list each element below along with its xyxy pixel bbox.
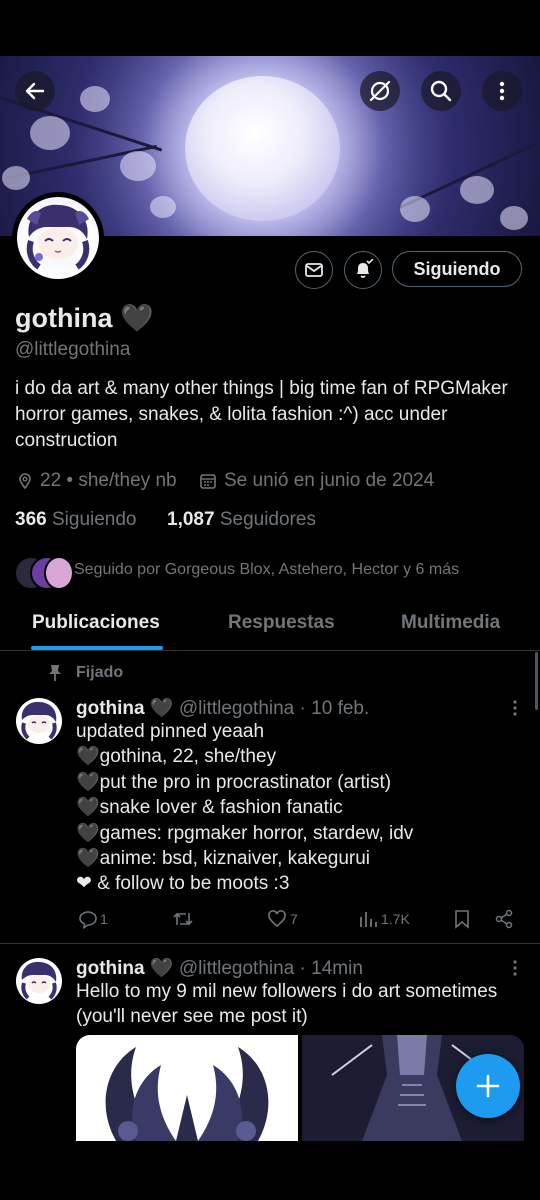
post-line: 🖤gothina, 22, she/they (76, 746, 277, 768)
views-button[interactable]: 1.7K (358, 909, 410, 929)
following-button[interactable]: Siguiendo (392, 251, 522, 287)
more-button[interactable] (482, 71, 522, 111)
banner-blossom (400, 196, 430, 222)
profile-bio: i do da art & many other things | big ti… (15, 378, 508, 451)
avatar-illustration (21, 961, 57, 1000)
post-author-name[interactable]: gothina (76, 698, 145, 719)
location-text: 22 • she/they nb (40, 470, 177, 491)
repost-button[interactable] (172, 909, 194, 929)
banner-blossom (30, 116, 70, 150)
repost-icon (173, 912, 193, 926)
post-media-image[interactable] (76, 1035, 298, 1141)
post-avatar[interactable] (16, 958, 62, 1004)
post-time[interactable]: · 10 feb. (300, 698, 370, 719)
post-line: updated pinned yeaah (76, 721, 265, 742)
banner-blossom (500, 206, 528, 230)
reply-count: 1 (100, 911, 108, 927)
post-time[interactable]: · 14min (300, 958, 363, 979)
post-author-name[interactable]: gothina (76, 958, 145, 979)
bell-icon (357, 259, 374, 278)
post-author-emoji: 🖤 (149, 958, 174, 979)
avatar[interactable] (17, 197, 99, 279)
scrollbar[interactable] (535, 652, 538, 710)
followers-count: 1,087 (167, 509, 215, 530)
like-icon (268, 910, 286, 928)
bookmark-icon[interactable] (453, 909, 471, 929)
tab-respuestas[interactable]: Respuestas (228, 612, 335, 634)
banner-blossom (460, 176, 494, 204)
search-button[interactable] (421, 71, 461, 111)
share-icon[interactable] (494, 909, 514, 929)
search-icon (430, 80, 452, 102)
views-icon (360, 912, 377, 927)
profile-name: gothina 🖤 (15, 302, 154, 334)
banner-moon (185, 76, 340, 221)
avatar-illustration (26, 204, 90, 270)
like-count: 7 (290, 911, 298, 927)
post-body: updated pinned yeaah 🖤gothina, 22, she/t… (76, 719, 526, 897)
post-author-emoji: 🖤 (149, 698, 174, 719)
post-avatar[interactable] (16, 698, 62, 744)
follower-avatar (44, 556, 74, 590)
more-vertical-icon (499, 81, 505, 101)
post-divider (0, 943, 540, 944)
horns-artwork (105, 1047, 269, 1141)
reply-icon (79, 911, 97, 929)
post-line: (you'll never see me post it) (76, 1006, 308, 1028)
back-arrow-icon (25, 82, 45, 100)
notifications-button[interactable] (344, 251, 382, 289)
post-more-icon[interactable] (507, 698, 523, 718)
tab-multimedia[interactable]: Multimedia (401, 612, 500, 634)
location-icon (19, 473, 31, 490)
calendar-icon (200, 474, 216, 489)
post-line: ❤ & follow to be moots :3 (76, 873, 290, 895)
banner-blossom (80, 86, 110, 112)
status-bar-area (0, 0, 540, 56)
post-line: 🖤snake lover & fashion fanatic (76, 797, 343, 819)
followers-count-link[interactable]: 1,087 Seguidores (167, 509, 316, 531)
pinned-label: Fijado (76, 664, 124, 681)
tabs-divider (0, 650, 540, 651)
avatar-illustration (21, 701, 57, 740)
views-count: 1.7K (381, 911, 410, 927)
compose-button[interactable] (456, 1054, 520, 1118)
banner-blossom (120, 151, 156, 181)
following-label: Siguiendo (51, 509, 137, 530)
following-count-link[interactable]: 366 Siguiendo (15, 509, 137, 531)
banner-blossom (150, 196, 176, 218)
followers-label: Seguidores (219, 509, 316, 530)
post-header: gothina 🖤 @littlegothina · 10 feb. (76, 696, 369, 720)
post-line: 🖤games: rpgmaker horror, stardew, idv (76, 822, 414, 844)
tab-publicaciones[interactable]: Publicaciones (32, 612, 160, 634)
profile-location: 22 • she/they nb (16, 470, 177, 492)
pin-icon (49, 665, 61, 681)
profile-name-text: gothina (15, 303, 113, 333)
plus-icon (476, 1074, 500, 1098)
reply-button[interactable]: 1 (78, 909, 108, 929)
grok-icon (369, 80, 391, 102)
profile-handle: @littlegothina (15, 339, 131, 360)
message-button[interactable] (295, 251, 333, 289)
post-author-handle[interactable]: @littlegothina (179, 698, 294, 719)
grok-button[interactable] (360, 71, 400, 111)
profile-joined: Se unió en junio de 2024 (199, 470, 434, 492)
post-body: Hello to my 9 mil new followers i do art… (76, 979, 531, 1030)
post-line: Hello to my 9 mil new followers i do art… (76, 981, 498, 1002)
mail-icon (305, 263, 323, 277)
followed-by-text[interactable]: Seguido por Gorgeous Blox, Astehero, Hec… (74, 561, 459, 579)
post-line: 🖤anime: bsd, kiznaiver, kakegurui (76, 848, 371, 870)
following-count: 366 (15, 509, 47, 530)
back-button[interactable] (15, 71, 55, 111)
like-button[interactable]: 7 (267, 909, 298, 929)
post-more-icon[interactable] (507, 958, 523, 978)
post-header: gothina 🖤 @littlegothina · 14min (76, 956, 363, 980)
joined-text: Se unió en junio de 2024 (224, 470, 435, 491)
post-author-handle[interactable]: @littlegothina (179, 958, 294, 979)
post-line: 🖤put the pro in procrastinator (artist) (76, 771, 392, 793)
banner-blossom (2, 166, 30, 190)
profile-name-emoji: 🖤 (120, 303, 154, 333)
